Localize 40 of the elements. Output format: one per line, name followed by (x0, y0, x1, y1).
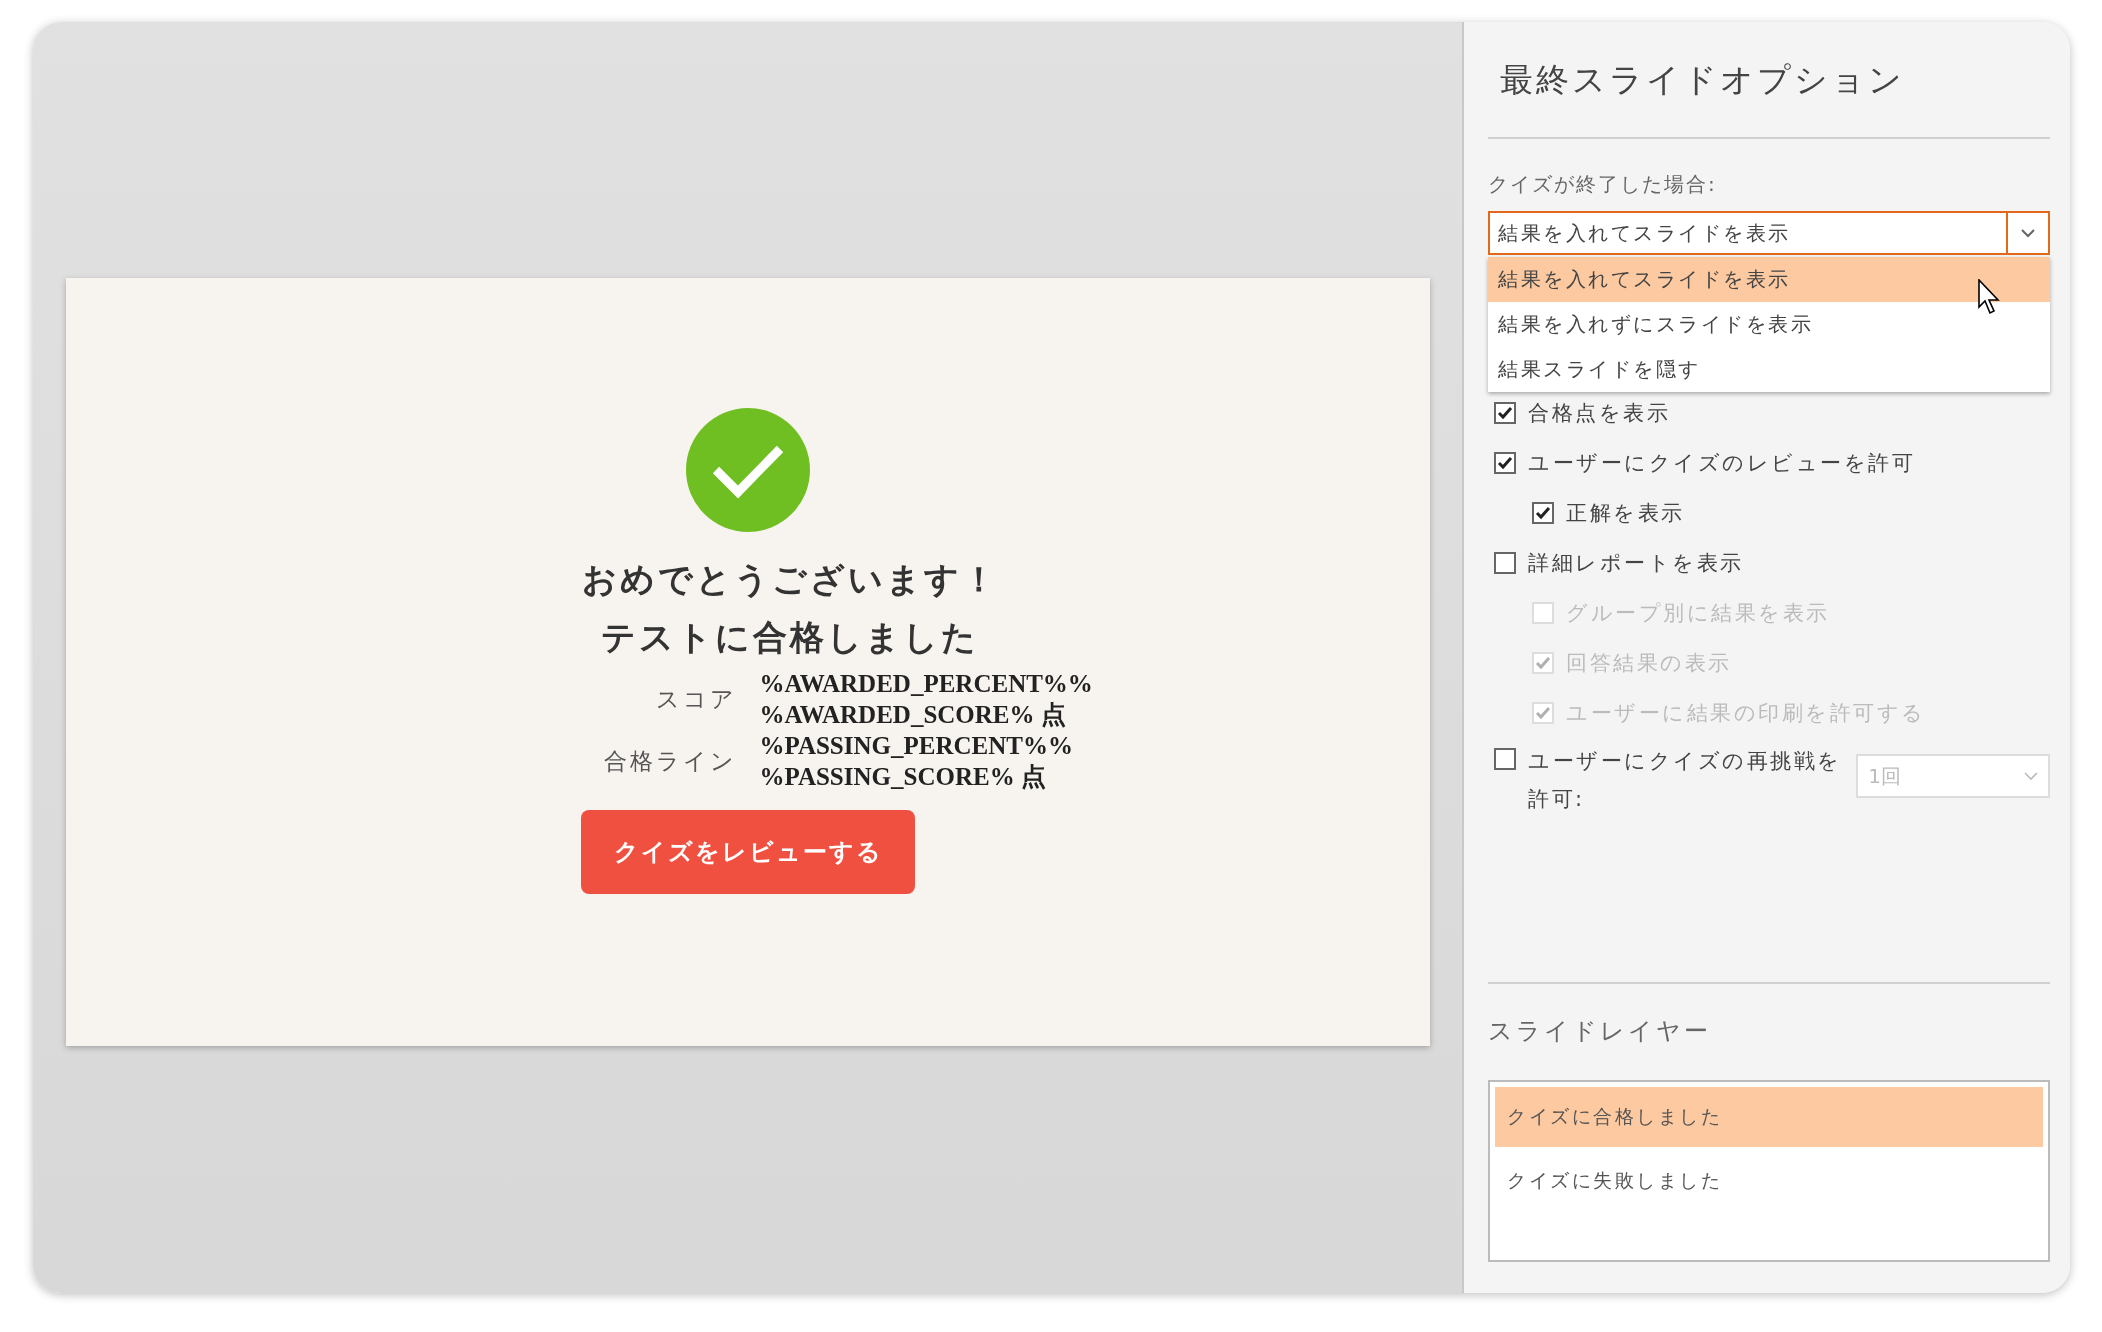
score-value: %PASSING_SCORE% 点 (759, 762, 1047, 792)
field-label: クイズが終了した場合: (1488, 171, 1718, 198)
chevron-down-icon (2024, 771, 2038, 781)
score-value: %AWARDED_SCORE% 点 (759, 700, 1067, 730)
checkbox-label: 回答結果の表示 (1566, 650, 1732, 677)
panel-title: 最終スライドオプション (1499, 59, 1906, 101)
checkbox[interactable] (1494, 552, 1516, 574)
check-icon (1497, 406, 1513, 420)
check-icon (1535, 656, 1551, 670)
score-value: %PASSING_PERCENT%% (759, 731, 1074, 761)
checkbox-label: 正解を表示 (1566, 500, 1685, 527)
layer-item[interactable]: クイズに合格しました (1495, 1087, 2043, 1147)
checkbox-label: 詳細レポートを表示 (1528, 550, 1744, 577)
check-icon (1497, 456, 1513, 470)
checkbox[interactable] (1532, 502, 1554, 524)
dropdown-option[interactable]: 結果を入れずにスライドを表示 (1488, 302, 2050, 347)
success-check-icon (686, 408, 810, 532)
checkbox[interactable] (1494, 748, 1516, 770)
score-label: 合格ライン (603, 746, 737, 776)
checkbox-label: ユーザーにクイズのレビューを許可 (1528, 450, 1915, 477)
score-value: %AWARDED_PERCENT%% (759, 669, 1094, 699)
score-label: スコア (655, 684, 737, 714)
check-icon (1535, 706, 1551, 720)
checkbox-label: ユーザーに結果の印刷を許可する (1566, 700, 1926, 727)
checkbox-label: ユーザーにクイズの再挑戦を許可: (1528, 748, 1843, 813)
layer-item[interactable]: クイズに失敗しました (1495, 1151, 2043, 1211)
section-heading: スライドレイヤー (1488, 1016, 1712, 1047)
dropdown-option[interactable]: 結果スライドを隠す (1488, 347, 2050, 392)
quiz-end-dropdown[interactable]: 結果を入れてスライドを表示 (1488, 211, 2050, 255)
mouse-pointer-icon (1978, 279, 2002, 315)
checkbox[interactable] (1494, 402, 1516, 424)
check-icon (1535, 506, 1551, 520)
review-quiz-button[interactable]: クイズをレビューする (581, 810, 915, 894)
result-heading: おめでとうございます！ (581, 558, 999, 601)
result-heading: テストに合格しました (601, 616, 979, 659)
checkbox-label: グループ別に結果を表示 (1566, 600, 1830, 627)
checkbox-label: 合格点を表示 (1528, 400, 1670, 427)
checkbox[interactable] (1494, 452, 1516, 474)
dropdown-option[interactable]: 結果を入れてスライドを表示 (1488, 257, 2050, 302)
chevron-down-icon (2021, 228, 2035, 238)
